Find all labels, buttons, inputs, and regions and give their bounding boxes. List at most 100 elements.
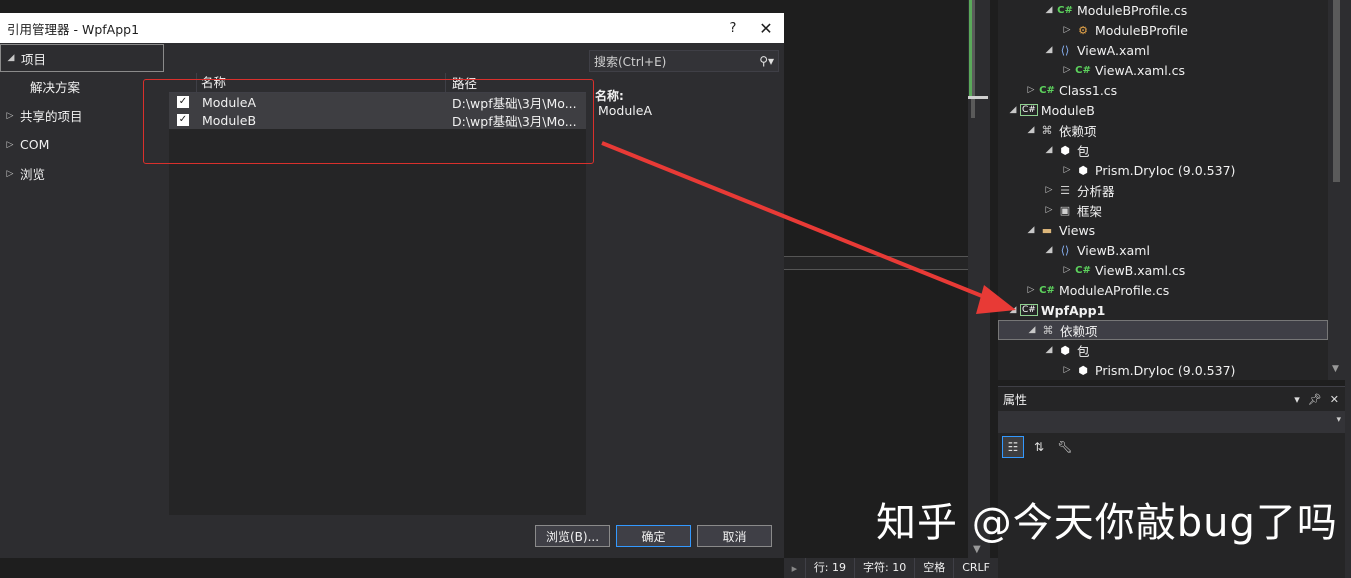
property-pages-icon[interactable]: 🔧︎ bbox=[1054, 436, 1076, 458]
tree-item[interactable]: ◢ ⬢ 包 bbox=[998, 140, 1328, 160]
search-input[interactable]: 搜索(Ctrl+E) ⚲▾ bbox=[589, 50, 779, 72]
tree-item[interactable]: ▷ ⬢ Prism.DryIoc (9.0.537) bbox=[998, 160, 1328, 180]
tree-item[interactable]: ◢ ⌘ 依赖项 bbox=[998, 320, 1328, 340]
tree-item-label: ModuleB bbox=[1040, 102, 1095, 118]
expanded-icon[interactable]: ◢ bbox=[1006, 305, 1020, 315]
tree-item[interactable]: ▷ C# ViewA.xaml.cs bbox=[998, 60, 1328, 80]
tree-item[interactable]: ◢ ⟨⟩ ViewB.xaml bbox=[998, 240, 1328, 260]
nav-item-label: COM bbox=[20, 137, 50, 152]
collapsed-icon[interactable]: ▷ bbox=[0, 169, 20, 179]
package-icon: ⬢ bbox=[1078, 363, 1088, 377]
categorized-icon[interactable]: ☷ bbox=[1002, 436, 1024, 458]
tree-item[interactable]: ▷ ☰ 分析器 bbox=[998, 180, 1328, 200]
collapsed-icon[interactable]: ▷ bbox=[1024, 285, 1038, 295]
tree-item[interactable]: ▷ ⚙ ModuleBProfile bbox=[998, 20, 1328, 40]
dependencies-icon: ⌘ bbox=[1042, 323, 1054, 337]
tree-item[interactable]: ◢ ⟨⟩ ViewA.xaml bbox=[998, 40, 1328, 60]
tree-item-label: ViewB.xaml bbox=[1077, 242, 1150, 258]
collapsed-icon[interactable]: ▷ bbox=[0, 111, 20, 121]
tree-item[interactable]: ◢ C# ModuleB bbox=[998, 100, 1328, 120]
nav-item-label: 浏览 bbox=[20, 167, 46, 182]
expanded-icon[interactable]: ◢ bbox=[1042, 5, 1056, 15]
editor-change-marker bbox=[969, 0, 972, 98]
tree-item[interactable]: ▷ C# ModuleAProfile.cs bbox=[998, 280, 1328, 300]
properties-object-selector[interactable]: ▾ bbox=[998, 411, 1345, 433]
csharp-file-icon: C# bbox=[1075, 264, 1091, 276]
tree-item-label: ModuleAProfile.cs bbox=[1059, 282, 1170, 298]
dialog-button-bar: 浏览(B)... 确定 取消 bbox=[0, 518, 784, 558]
tree-item[interactable]: ▷ C# ViewB.xaml.cs bbox=[998, 260, 1328, 280]
tree-item[interactable]: ▷ ⬢ Prism.DryIoc (9.0.537) bbox=[998, 360, 1328, 380]
package-icon: ⬢ bbox=[1060, 143, 1070, 157]
tree-item-label: Prism.DryIoc (9.0.537) bbox=[1095, 162, 1236, 178]
tree-item-label: 分析器 bbox=[1077, 183, 1115, 199]
chevron-down-icon: ▾ bbox=[1336, 415, 1341, 425]
collapsed-icon[interactable]: ▷ bbox=[1060, 265, 1074, 275]
search-icon[interactable]: ⚲▾ bbox=[759, 54, 778, 68]
scroll-down-icon[interactable]: ▼ bbox=[1332, 364, 1339, 374]
pin-icon[interactable]: 📌︎ bbox=[1308, 393, 1322, 406]
csharp-file-icon: C# bbox=[1039, 84, 1055, 96]
editor-scrollbar[interactable]: ▼ bbox=[968, 0, 990, 558]
nav-item-projects[interactable]: ◢ 项目 bbox=[0, 44, 164, 72]
dependencies-icon: ⌘ bbox=[1041, 123, 1053, 137]
expanded-icon[interactable]: ◢ bbox=[1042, 45, 1056, 55]
status-arrow-icon[interactable]: ▸ bbox=[784, 562, 805, 575]
tree-item-label: ViewA.xaml bbox=[1077, 42, 1150, 58]
collapsed-icon[interactable]: ▷ bbox=[1024, 85, 1038, 95]
expanded-icon[interactable]: ◢ bbox=[1006, 105, 1020, 115]
collapsed-icon[interactable]: ▷ bbox=[1060, 65, 1074, 75]
collapsed-icon[interactable]: ▷ bbox=[1060, 165, 1074, 175]
tree-item[interactable]: ▷ ▣ 框架 bbox=[998, 200, 1328, 220]
browse-button[interactable]: 浏览(B)... bbox=[535, 525, 610, 547]
solution-scroll-thumb[interactable] bbox=[1333, 0, 1340, 182]
tree-item[interactable]: ◢ ▬ Views bbox=[998, 220, 1328, 240]
status-spaces[interactable]: 空格 bbox=[914, 558, 953, 578]
analyzer-icon: ☰ bbox=[1060, 183, 1070, 197]
collapsed-icon[interactable]: ▷ bbox=[0, 140, 20, 150]
tree-item-label: 包 bbox=[1077, 343, 1090, 359]
xaml-file-icon: ⟨⟩ bbox=[1060, 43, 1070, 57]
status-bar: ▸ 行: 19 字符: 10 空格 CRLF bbox=[784, 558, 998, 578]
close-button[interactable]: ✕ bbox=[748, 19, 784, 38]
help-button[interactable]: ? bbox=[718, 21, 748, 36]
close-icon[interactable]: ✕ bbox=[1330, 393, 1339, 406]
cancel-button[interactable]: 取消 bbox=[697, 525, 772, 547]
framework-icon: ▣ bbox=[1059, 203, 1071, 217]
detail-value: ModuleA bbox=[598, 103, 653, 118]
dropdown-icon[interactable]: ▾ bbox=[1294, 393, 1300, 406]
collapsed-icon[interactable]: ▷ bbox=[1060, 25, 1074, 35]
tree-item[interactable]: ◢ C# ModuleBProfile.cs bbox=[998, 0, 1328, 20]
ok-button[interactable]: 确定 bbox=[616, 525, 691, 547]
search-placeholder: 搜索(Ctrl+E) bbox=[594, 54, 667, 69]
watermark: 知乎 @今天你敲bug了吗 bbox=[876, 500, 1338, 546]
nav-item-label: 解决方案 bbox=[30, 80, 81, 95]
sort-alphabetical-icon[interactable]: ⇅ bbox=[1028, 436, 1050, 458]
expanded-icon[interactable]: ◢ bbox=[1024, 225, 1038, 235]
tree-item[interactable]: ◢ ⌘ 依赖项 bbox=[998, 120, 1328, 140]
properties-title: 属性 bbox=[1003, 392, 1028, 407]
tree-item-label: ViewB.xaml.cs bbox=[1095, 262, 1186, 278]
collapsed-icon[interactable]: ▷ bbox=[1042, 205, 1056, 215]
code-editor-area[interactable] bbox=[784, 0, 968, 558]
expanded-icon[interactable]: ◢ bbox=[1, 53, 21, 63]
status-eol[interactable]: CRLF bbox=[953, 558, 998, 578]
tree-item[interactable]: ◢ ⬢ 包 bbox=[998, 340, 1328, 360]
properties-panel: 属性 ▾ 📌︎ ✕ ▾ ☷ ⇅ 🔧︎ bbox=[998, 386, 1345, 578]
expanded-icon[interactable]: ◢ bbox=[1025, 325, 1039, 335]
tree-item[interactable]: ◢ C# WpfApp1 bbox=[998, 300, 1328, 320]
expanded-icon[interactable]: ◢ bbox=[1024, 125, 1038, 135]
tree-item[interactable]: ▷ C# Class1.cs bbox=[998, 80, 1328, 100]
collapsed-icon[interactable]: ▷ bbox=[1042, 185, 1056, 195]
dialog-titlebar[interactable]: 引用管理器 - WpfApp1 ? ✕ bbox=[0, 13, 784, 43]
status-line[interactable]: 行: 19 bbox=[804, 558, 854, 578]
tree-item-label: ModuleBProfile bbox=[1095, 22, 1188, 38]
package-icon: ⬢ bbox=[1060, 343, 1070, 357]
expanded-icon[interactable]: ◢ bbox=[1042, 145, 1056, 155]
solution-scrollbar[interactable]: ▼ bbox=[1328, 0, 1345, 380]
status-char[interactable]: 字符: 10 bbox=[854, 558, 914, 578]
collapsed-icon[interactable]: ▷ bbox=[1060, 365, 1074, 375]
expanded-icon[interactable]: ◢ bbox=[1042, 345, 1056, 355]
expanded-icon[interactable]: ◢ bbox=[1042, 245, 1056, 255]
details-pane: 搜索(Ctrl+E) ⚲▾ 名称: ModuleA bbox=[586, 43, 784, 518]
